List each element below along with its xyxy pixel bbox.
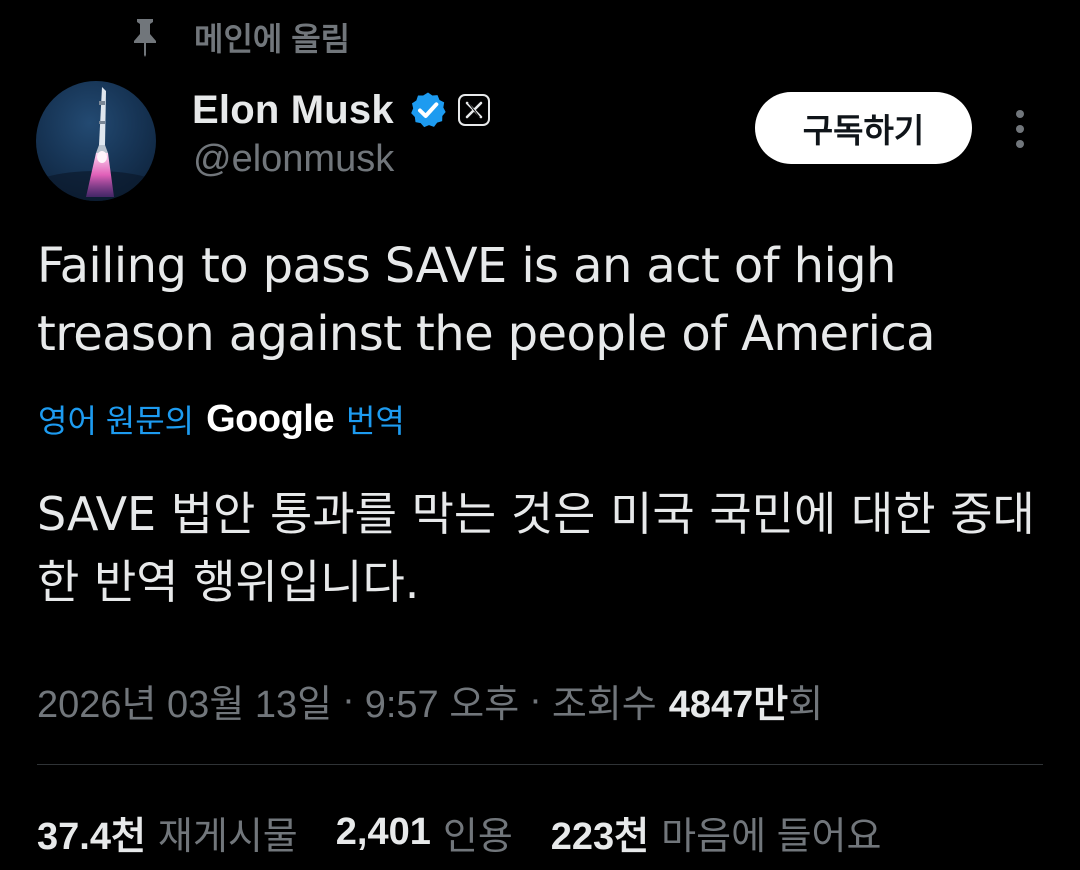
likes-label: 마음에 들어요 (661, 815, 882, 858)
tweet-time[interactable]: 9:57 오후 (365, 673, 519, 728)
reposts-count: 37.4천 (37, 815, 146, 858)
tweet-meta: 2026년 03월 13일 · 9:57 오후 · 조회수 4847만 회 (37, 672, 823, 728)
meta-separator: · (342, 678, 355, 721)
verified-badge-icon[interactable] (408, 90, 448, 130)
likes-stat[interactable]: 223천 마음에 들어요 (551, 805, 882, 860)
translation-prefix[interactable]: 영어 원문의 (38, 396, 194, 442)
google-logo: Google (206, 397, 334, 440)
author-name-row: Elon Musk (192, 84, 490, 136)
reposts-label: 재게시물 (157, 815, 298, 858)
pin-icon (134, 19, 156, 57)
views-count: 4847만 (668, 683, 789, 726)
tweet-date[interactable]: 2026년 03월 13일 (37, 673, 332, 728)
translation-attribution[interactable]: 영어 원문의 Google 번역 (38, 394, 405, 444)
translation-suffix[interactable]: 번역 (346, 396, 405, 442)
translated-text: SAVE 법안 통과를 막는 것은 미국 국민에 대한 중대한 반역 행위입니다… (37, 487, 1035, 609)
quotes-stat[interactable]: 2,401 인용 (336, 805, 513, 860)
views-label: 조회수 (551, 683, 657, 726)
x-logo-icon[interactable] (457, 94, 490, 126)
quotes-label: 인용 (442, 815, 513, 858)
meta-separator: · (529, 678, 542, 721)
more-vertical-icon[interactable] (1006, 106, 1034, 152)
avatar[interactable] (36, 81, 156, 201)
author-display-name[interactable]: Elon Musk (192, 88, 394, 133)
pinned-label: 메인에 올림 (194, 21, 351, 57)
pinned-indicator: 메인에 올림 (130, 14, 350, 60)
likes-count: 223천 (550, 815, 650, 858)
quotes-count: 2,401 (335, 810, 431, 853)
divider (37, 764, 1043, 765)
tweet-text: Failing to pass SAVE is an act of high t… (37, 238, 936, 362)
views-suffix: 회 (788, 683, 824, 726)
rocket-avatar (36, 87, 156, 201)
engagement-stats: 37.4천 재게시물 2,401 인용 223천 마음에 들어요 (37, 804, 919, 860)
author-handle[interactable]: @elonmusk (193, 138, 394, 181)
reposts-stat[interactable]: 37.4천 재게시물 (37, 805, 298, 860)
subscribe-button[interactable]: 구독하기 (755, 92, 972, 164)
